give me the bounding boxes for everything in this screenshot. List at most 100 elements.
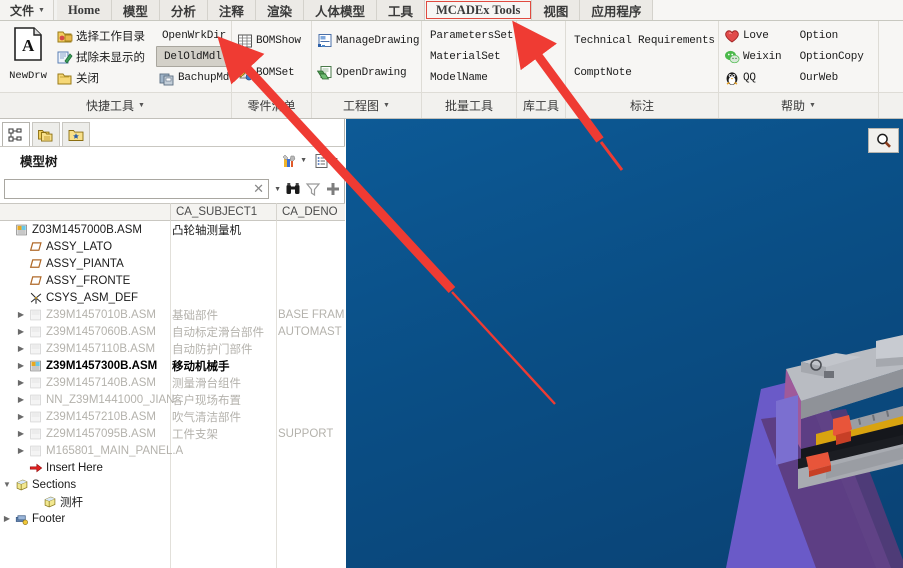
- tree-item-subject: 凸轮轴测量机: [172, 224, 241, 237]
- ribbon-item-technical-requirements[interactable]: Technical Requirements: [568, 31, 718, 52]
- tab-注释[interactable]: 注释: [207, 0, 256, 20]
- tree-row[interactable]: CSYS_ASM_DEF: [0, 289, 345, 306]
- tab-视图[interactable]: 视图: [532, 0, 581, 20]
- tree-row[interactable]: ASSY_FRONTE: [0, 272, 345, 289]
- column-header-1[interactable]: CA_SUBJECT1: [170, 203, 276, 221]
- tab-label: 注释: [218, 4, 244, 19]
- ribbon-item-love[interactable]: Love: [721, 25, 794, 46]
- caret-down-icon[interactable]: ▼: [274, 186, 281, 193]
- tree-row[interactable]: ▶ NN_Z39M1441000_JIAN 客户现场布置: [0, 391, 345, 408]
- expand-triangle-icon[interactable]: ▶: [14, 395, 28, 404]
- ribbon-item-label: 拭除未显示的: [76, 51, 145, 64]
- ribbon-item-managedrawing[interactable]: ManageDrawing: [314, 31, 422, 52]
- tab-渲染[interactable]: 渲染: [255, 0, 304, 20]
- expand-triangle-icon[interactable]: ▶: [14, 344, 28, 353]
- tree-row[interactable]: ▶ Z39M1457110B.ASM 自动防护门部件: [0, 340, 345, 357]
- expand-triangle-icon[interactable]: ▶: [14, 412, 28, 421]
- tab-模型[interactable]: 模型: [111, 0, 160, 20]
- ribbon-item--[interactable]: 选择工作目录: [54, 25, 156, 46]
- tree-item-name: Footer: [32, 512, 66, 525]
- chevron-down-icon-2[interactable]: ▼: [332, 157, 339, 164]
- tree-row[interactable]: ▶ Z39M1457060B.ASM 自动标定滑台部件 AUTOMAST: [0, 323, 345, 340]
- tab-应用程序[interactable]: 应用程序: [580, 0, 654, 20]
- chevron-down-icon[interactable]: ▼: [300, 157, 307, 164]
- close-icon[interactable]: ✕: [250, 181, 264, 197]
- tree-row[interactable]: ▶ Z29M1457095B.ASM 工件支架 SUPPORT: [0, 425, 345, 442]
- tree-row[interactable]: ▶ Z39M1457210B.ASM 吹气清洁部件: [0, 408, 345, 425]
- ribbon-item-deloldmdl[interactable]: DelOldMdl: [156, 46, 228, 68]
- tree-row[interactable]: ASSY_PIANTA: [0, 255, 345, 272]
- tab-label: MCADEx Tools: [435, 2, 521, 17]
- tree-row[interactable]: ▶ Footer: [0, 510, 345, 527]
- expand-triangle-icon[interactable]: ▶: [14, 361, 28, 370]
- binoculars-icon[interactable]: [285, 181, 301, 197]
- ribbon-item-qq[interactable]: QQ: [721, 68, 794, 89]
- search-box[interactable]: ✕: [4, 179, 270, 199]
- qq-penguin-icon: [724, 70, 740, 86]
- assembly-dim-icon: [29, 376, 42, 389]
- group-label-text: 快捷工具: [86, 99, 135, 113]
- tab-mcadex-tools[interactable]: MCADEx Tools: [424, 0, 533, 20]
- tree-row[interactable]: ▶ Z39M1457300B.ASM 移动机械手: [0, 357, 345, 374]
- funnel-icon[interactable]: [305, 181, 321, 197]
- tab-分析[interactable]: 分析: [159, 0, 208, 20]
- ribbon-item-option[interactable]: Option: [794, 25, 876, 46]
- ribbon-item--[interactable]: 关闭: [54, 68, 156, 89]
- ribbon-item--[interactable]: 拭除未显示的: [54, 46, 156, 67]
- column-header-2[interactable]: CA_DENO: [276, 203, 345, 221]
- tab-人体模型[interactable]: 人体模型: [303, 0, 377, 20]
- tree-row[interactable]: Insert Here: [0, 459, 345, 476]
- expand-triangle-icon[interactable]: ▶: [14, 378, 28, 387]
- tree-row[interactable]: ▶ M165801_MAIN_PANEL.A: [0, 442, 345, 459]
- tools-icon[interactable]: [282, 153, 298, 169]
- group-label-0[interactable]: 快捷工具 ▼: [0, 93, 232, 118]
- tab-工具[interactable]: 工具: [376, 0, 425, 20]
- ribbon-item-optioncopy[interactable]: OptionCopy: [794, 46, 876, 67]
- column-header-0[interactable]: [0, 203, 170, 221]
- group-label-2[interactable]: 工程图 ▼: [312, 93, 422, 118]
- tree-item-subject: 工件支架: [172, 428, 218, 441]
- datum-plane-icon: [29, 257, 42, 270]
- 3d-viewport[interactable]: 野火论坛 www.proewildfire.cn: [346, 119, 903, 568]
- ribbon-item-weixin[interactable]: Weixin: [721, 46, 794, 67]
- expand-triangle-icon[interactable]: ▶: [14, 429, 28, 438]
- ribbon-item-bomset[interactable]: BOMSet: [234, 63, 309, 84]
- expand-triangle-icon[interactable]: ▶: [14, 446, 28, 455]
- ribbon-item-modelname[interactable]: ModelName: [424, 68, 516, 89]
- group-label-6[interactable]: 帮助 ▼: [719, 93, 879, 118]
- search-input[interactable]: [9, 183, 251, 195]
- ribbon-item-comptnote[interactable]: ComptNote: [568, 63, 718, 84]
- folder-browser-tab[interactable]: [32, 122, 60, 146]
- caret-down-icon[interactable]: ▼: [383, 102, 390, 109]
- tab-home[interactable]: Home: [56, 0, 112, 20]
- ribbon-item-opendrawing[interactable]: OpenDrawing: [314, 63, 422, 84]
- tree-row[interactable]: Z03M1457000B.ASM 凸轮轴测量机: [0, 221, 345, 238]
- expand-triangle-icon[interactable]: ▶: [14, 327, 28, 336]
- tree-row[interactable]: ASSY_LATO: [0, 238, 345, 255]
- favorites-tab[interactable]: [62, 122, 90, 146]
- expand-triangle-icon[interactable]: ▶: [14, 310, 28, 319]
- caret-down-icon[interactable]: ▼: [138, 102, 145, 109]
- ribbon-item-bomshow[interactable]: BOMShow: [234, 31, 309, 52]
- plus-icon[interactable]: [325, 181, 341, 197]
- viewport-search-button[interactable]: [868, 128, 899, 153]
- tree-row[interactable]: 测杆: [0, 493, 345, 510]
- tree-row[interactable]: ▼ Sections: [0, 476, 345, 493]
- ribbon-item-bachupmdl[interactable]: BachupMdl: [156, 68, 236, 89]
- tab-文件[interactable]: 文件 ▼: [0, 0, 54, 20]
- expand-triangle-icon[interactable]: ▶: [0, 514, 14, 523]
- ribbon-item-parametersset[interactable]: ParametersSet: [424, 25, 516, 46]
- tree-row[interactable]: ▶ Z39M1457010B.ASM 基础部件 BASE FRAM: [0, 306, 345, 323]
- tree-row[interactable]: ▶ Z39M1457140B.ASM 测量滑台组件: [0, 374, 345, 391]
- model-tree-tab[interactable]: [2, 122, 30, 146]
- ribbon-group-1: BOMShow BOMSet: [232, 21, 312, 92]
- caret-down-icon[interactable]: ▼: [809, 102, 816, 109]
- list-icon[interactable]: [314, 153, 330, 169]
- ribbon-item-openwrkdir[interactable]: OpenWrkDir: [156, 25, 228, 46]
- ribbon-item-spl[interactable]: SPL: [519, 47, 563, 68]
- tree-item-name: Z29M1457095B.ASM: [46, 427, 156, 440]
- new-drawing-button[interactable]: A NewDrw: [2, 25, 54, 89]
- ribbon-item-materialset[interactable]: MaterialSet: [424, 46, 516, 67]
- ribbon-item-ourweb[interactable]: OurWeb: [794, 68, 876, 89]
- collapse-triangle-icon[interactable]: ▼: [0, 480, 14, 489]
